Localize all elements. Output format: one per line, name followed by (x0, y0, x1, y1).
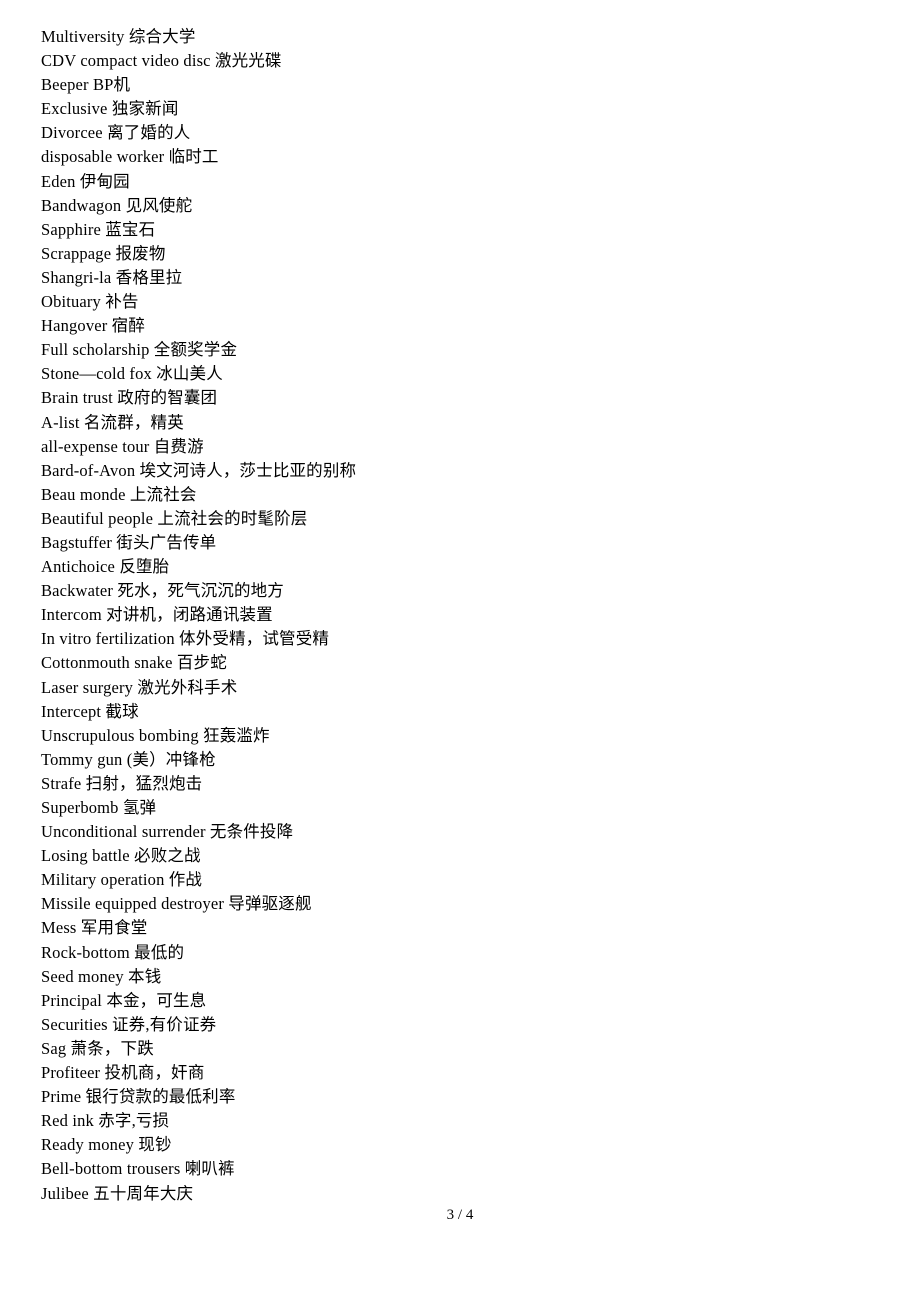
glossary-entry: Sag 萧条，下跌 (41, 1038, 154, 1058)
glossary-entry: Principal 本金，可生息 (41, 990, 207, 1010)
document-page: Multiversity 综合大学 CDV compact video disc … (0, 0, 920, 1302)
glossary-entry: Unscrupulous bombing 狂轰滥炸 (41, 725, 270, 745)
glossary-entry: Bell-bottom trousers 喇叭裤 (41, 1159, 235, 1179)
glossary-entry: Rock-bottom 最低的 (41, 942, 185, 962)
glossary-entry: Mess 军用食堂 (41, 918, 148, 938)
glossary-entry: Backwater 死水，死气沉沉的地方 (41, 581, 284, 601)
glossary-entry: Strafe 扫射，猛烈炮击 (41, 773, 203, 793)
glossary-entry: Brain trust 政府的智囊团 (41, 388, 218, 408)
glossary-entry: Scrappage 报废物 (41, 243, 166, 263)
glossary-entry: Beautiful people 上流社会的时髦阶层 (41, 508, 308, 528)
glossary-entry: Prime 银行贷款的最低利率 (41, 1087, 236, 1107)
glossary-entry: In vitro fertilization 体外受精，试管受精 (41, 629, 330, 649)
glossary-entry: A-list 名流群，精英 (41, 412, 184, 432)
glossary-entry: all-expense tour 自费游 (41, 436, 204, 456)
glossary-entry: Seed money 本钱 (41, 966, 162, 986)
glossary-entry: Stone—cold fox 冰山美人 (41, 364, 223, 384)
glossary-entry: Securities 证券,有价证券 (41, 1014, 217, 1034)
glossary-entry: Julibee 五十周年大庆 (41, 1183, 194, 1203)
glossary-entry: Bandwagon 见风使舵 (41, 195, 193, 215)
glossary-entry: Exclusive 独家新闻 (41, 99, 179, 119)
glossary-entry: Losing battle 必败之战 (41, 846, 201, 866)
glossary-entry: Laser surgery 激光外科手术 (41, 677, 238, 697)
glossary-entry: Full scholarship 全额奖学金 (41, 340, 238, 360)
glossary-entry: Military operation 作战 (41, 870, 203, 890)
glossary-entry: Missile equipped destroyer 导弹驱逐舰 (41, 894, 312, 914)
glossary-entry: Unconditional surrender 无条件投降 (41, 822, 294, 842)
glossary-entry: Sapphire 蓝宝石 (41, 219, 156, 239)
glossary-entry: Intercom 对讲机，闭路通讯装置 (41, 605, 273, 625)
glossary-entry: Profiteer 投机商，奸商 (41, 1063, 205, 1083)
glossary-entry: Cottonmouth snake 百步蛇 (41, 653, 227, 673)
glossary-entry: CDV compact video disc 激光光碟 (41, 51, 282, 71)
glossary-entry: Red ink 赤字,亏损 (41, 1111, 170, 1131)
glossary-entry: Ready money 现钞 (41, 1135, 172, 1155)
glossary-entry: Divorcee 离了婚的人 (41, 123, 191, 143)
glossary-entry: Eden 伊甸园 (41, 171, 130, 191)
glossary-entry: Beau monde 上流社会 (41, 484, 197, 504)
glossary-list: Multiversity 综合大学 CDV compact video disc … (41, 25, 880, 1206)
glossary-entry: Obituary 补告 (41, 292, 139, 312)
glossary-entry: Intercept 截球 (41, 701, 139, 721)
glossary-entry: Beeper BP机 (41, 75, 131, 95)
glossary-entry: Hangover 宿醉 (41, 316, 145, 336)
glossary-entry: Superbomb 氢弹 (41, 798, 157, 817)
page-footer: 3 / 4 (446, 1207, 474, 1223)
glossary-entry: Shangri-la 香格里拉 (41, 267, 183, 287)
glossary-entry: Tommy gun (美）冲锋枪 (41, 749, 216, 769)
glossary-entry: Antichoice 反堕胎 (41, 557, 170, 577)
glossary-entry: Multiversity 综合大学 (41, 27, 196, 46)
glossary-entry: Bagstuffer 街头广告传单 (41, 532, 217, 552)
glossary-entry: disposable worker 临时工 (41, 147, 219, 167)
glossary-entry: Bard-of-Avon 埃文河诗人，莎士比亚的别称 (41, 460, 357, 480)
